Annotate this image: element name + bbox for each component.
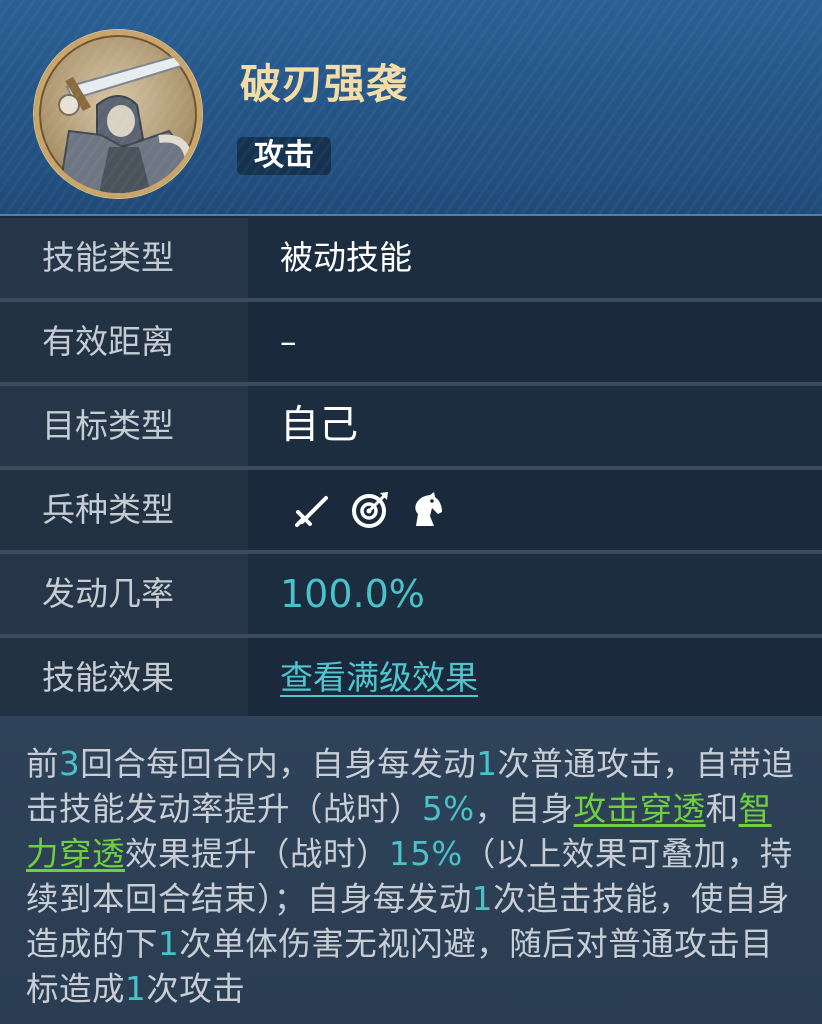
troop-type-label: 兵种类型 xyxy=(42,490,174,529)
skill-effect-label: 技能效果 xyxy=(42,658,174,697)
row-trigger-rate: 发动几率 100.0% xyxy=(0,554,822,634)
trigger-rate-label: 发动几率 xyxy=(42,574,174,613)
troop-type-icons xyxy=(292,490,448,530)
skill-description: 前3回合每回合内，自身每发动1次普通攻击，自带追击技能发动率提升（战时）5%，自… xyxy=(26,745,795,1008)
skill-tag: 攻击 xyxy=(237,137,331,175)
sword-icon xyxy=(295,496,328,527)
skill-header: 破刃强袭 攻击 xyxy=(0,0,822,216)
range-value: – xyxy=(280,322,297,361)
row-range: 有效距离 – xyxy=(0,302,822,382)
target-type-label: 目标类型 xyxy=(42,406,174,445)
row-target-type: 目标类型 自己 xyxy=(0,386,822,466)
row-skill-type: 技能类型 被动技能 xyxy=(0,218,822,298)
target-type-value: 自己 xyxy=(280,403,359,448)
row-troop-type: 兵种类型 xyxy=(0,470,822,550)
horse-icon xyxy=(415,492,442,526)
skill-type-value: 被动技能 xyxy=(280,238,412,277)
range-label: 有效距离 xyxy=(42,322,174,361)
skill-type-label: 技能类型 xyxy=(42,238,174,277)
skill-name: 破刃强袭 xyxy=(240,60,408,108)
row-skill-effect: 技能效果 查看满级效果 xyxy=(0,638,822,718)
keyword-attack-penetration[interactable]: 攻击穿透 xyxy=(574,790,706,828)
trigger-rate-value: 100.0% xyxy=(280,572,425,616)
warrior-portrait-icon xyxy=(57,51,193,193)
target-icon xyxy=(352,492,388,528)
skill-description-panel: 前3回合每回合内，自身每发动1次普通攻击，自带追击技能发动率提升（战时）5%，自… xyxy=(0,716,822,1024)
skill-portrait xyxy=(34,30,202,198)
view-max-level-effect-link[interactable]: 查看满级效果 xyxy=(280,638,478,718)
